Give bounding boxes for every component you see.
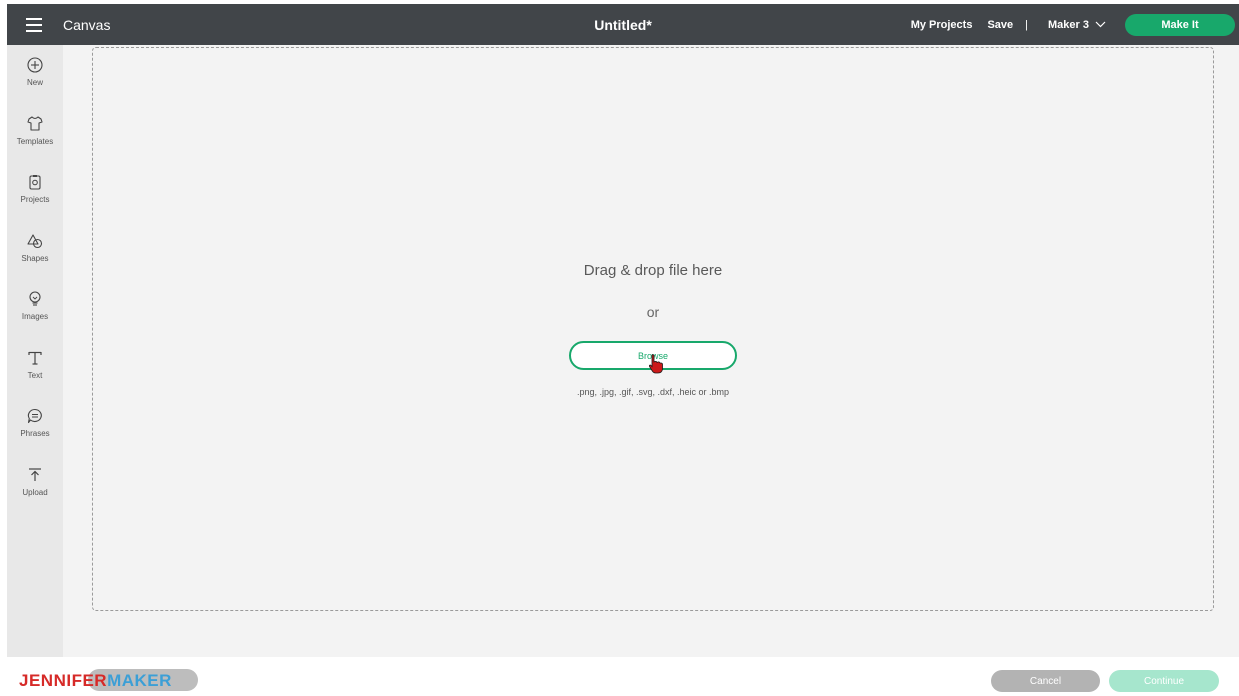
- sidebar-item-text[interactable]: Text: [7, 349, 63, 399]
- hand-cursor-icon: [648, 354, 663, 374]
- sidebar-item-label: Shapes: [21, 254, 49, 263]
- continue-button[interactable]: Continue: [1109, 670, 1219, 692]
- top-bar: Canvas Untitled* My Projects Save | Make…: [7, 4, 1239, 45]
- sidebar-item-label: Templates: [16, 137, 54, 146]
- app-name: Canvas: [63, 16, 111, 33]
- footer: JENNIFERMAKER Cancel Continue: [0, 657, 1239, 696]
- chevron-down-icon: [1095, 21, 1106, 28]
- sidebar-item-images[interactable]: Images: [7, 290, 63, 340]
- machine-label: Maker 3: [1048, 18, 1089, 31]
- sidebar-item-templates[interactable]: Templates: [7, 115, 63, 165]
- sidebar-item-label: Projects: [20, 195, 50, 204]
- save-link[interactable]: Save: [987, 19, 1013, 31]
- document-title[interactable]: Untitled*: [594, 17, 652, 33]
- my-projects-link[interactable]: My Projects: [911, 19, 973, 31]
- upload-icon: [29, 468, 41, 481]
- sidebar-item-label: Upload: [22, 488, 48, 497]
- sidebar-item-label: Phrases: [20, 429, 50, 438]
- app-window: Canvas Untitled* My Projects Save | Make…: [0, 0, 1239, 696]
- drag-drop-text: Drag & drop file here: [583, 262, 723, 279]
- lightbulb-icon: [29, 291, 41, 306]
- sidebar-item-new[interactable]: New: [7, 56, 63, 106]
- sidebar-item-label: New: [26, 78, 43, 87]
- text-icon: [28, 351, 42, 365]
- make-it-button[interactable]: Make It: [1125, 13, 1235, 36]
- jennifermaker-logo: JENNIFERMAKER: [19, 671, 172, 690]
- supported-formats-text: .png, .jpg, .gif, .svg, .dxf, .heic or .…: [576, 387, 730, 397]
- or-text: or: [646, 304, 660, 320]
- sidebar-item-projects[interactable]: Projects: [7, 173, 63, 223]
- projects-icon: [29, 175, 41, 190]
- sidebar-item-phrases[interactable]: Phrases: [7, 407, 63, 457]
- tshirt-icon: [27, 116, 43, 131]
- upload-area: Drag & drop file here or Browse .png, .j…: [63, 45, 1239, 657]
- left-edge: [0, 0, 7, 696]
- toolbar-divider: |: [1025, 18, 1029, 31]
- chat-bubble-icon: [27, 408, 42, 424]
- plus-circle-icon: [27, 57, 43, 73]
- machine-selector[interactable]: Maker 3: [1048, 19, 1106, 31]
- left-sidebar: New Templates Projects Shapes Images Tex…: [7, 45, 63, 657]
- sidebar-item-label: Images: [21, 312, 49, 321]
- hamburger-menu-icon[interactable]: [17, 4, 51, 45]
- drop-zone[interactable]: Drag & drop file here or Browse .png, .j…: [92, 47, 1214, 611]
- cancel-button[interactable]: Cancel: [991, 670, 1100, 692]
- top-right-actions: My Projects Save | Maker 3 Make It: [911, 4, 1239, 45]
- sidebar-item-upload[interactable]: Upload: [7, 466, 63, 516]
- shapes-icon: [27, 234, 43, 249]
- sidebar-item-shapes[interactable]: Shapes: [7, 232, 63, 282]
- sidebar-item-label: Text: [27, 371, 43, 380]
